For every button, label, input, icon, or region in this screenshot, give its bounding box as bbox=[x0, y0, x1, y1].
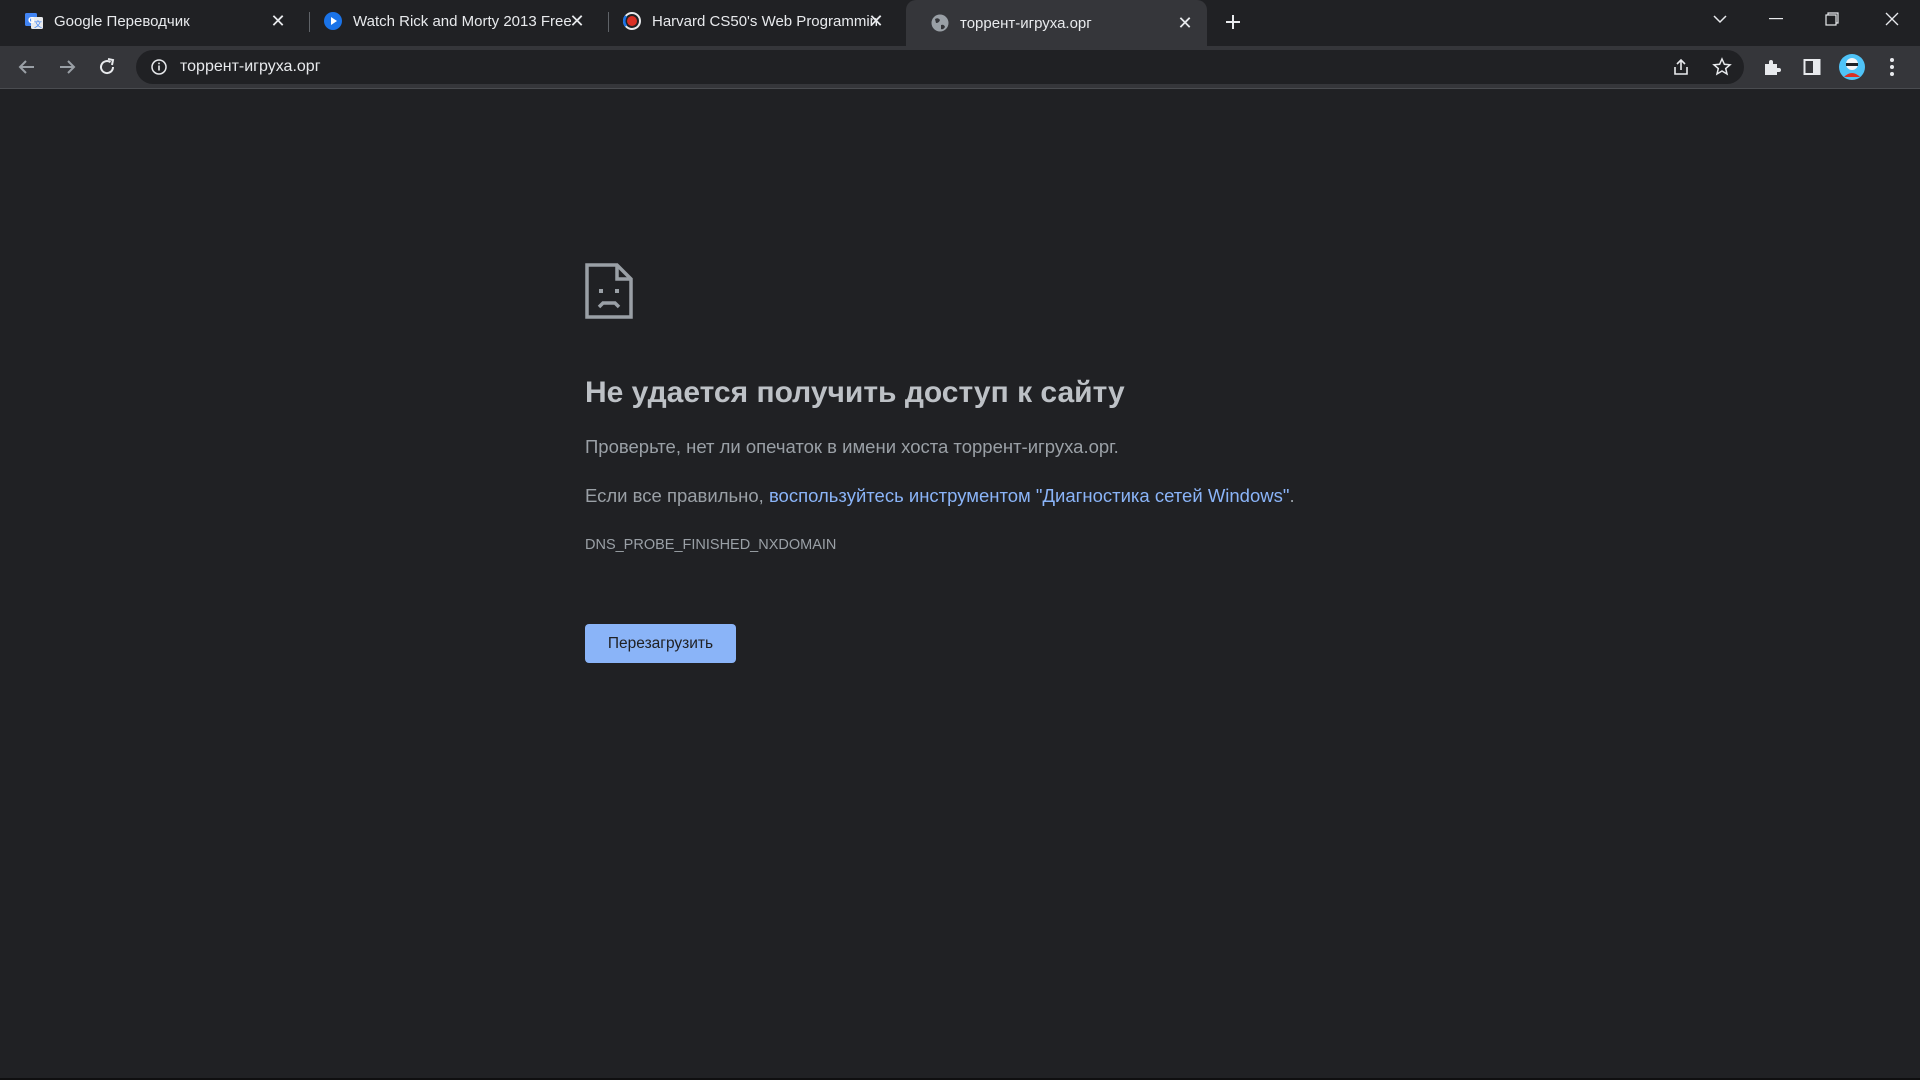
play-icon bbox=[324, 12, 342, 30]
info-icon[interactable] bbox=[150, 58, 168, 76]
error-suggestion-text: Проверьте, нет ли опечаток в имени хоста… bbox=[585, 436, 1119, 457]
side-panel-button[interactable] bbox=[1796, 51, 1828, 83]
close-icon bbox=[1885, 12, 1899, 26]
error-diagnostics-line: Если все правильно, воспользуйтесь инстр… bbox=[585, 485, 1295, 507]
sad-page-icon bbox=[585, 263, 633, 319]
error-code: DNS_PROBE_FINISHED_NXDOMAIN bbox=[585, 537, 837, 553]
diagnostics-prefix: Если все правильно, bbox=[585, 485, 769, 506]
tab-strip: G 文 Google Переводчик ✕ Watch Rick and M… bbox=[0, 0, 1920, 46]
share-icon bbox=[1674, 58, 1688, 75]
bookmark-button[interactable] bbox=[1705, 50, 1739, 84]
close-tab-icon[interactable]: ✕ bbox=[567, 11, 587, 31]
tab-google-translate[interactable]: G 文 Google Переводчик ✕ bbox=[0, 0, 300, 42]
tab-torrent-active[interactable]: торрент-игруха.орг ✕ bbox=[906, 0, 1207, 46]
menu-button[interactable] bbox=[1876, 51, 1908, 83]
tab-search-button[interactable] bbox=[1692, 0, 1748, 38]
profile-button[interactable] bbox=[1836, 51, 1868, 83]
close-tab-icon[interactable]: ✕ bbox=[866, 11, 886, 31]
forward-button[interactable] bbox=[51, 51, 83, 83]
url-text[interactable]: торрент-игруха.орг bbox=[180, 58, 321, 76]
back-button[interactable] bbox=[11, 51, 43, 83]
minimize-button[interactable] bbox=[1748, 0, 1804, 38]
reload-toolbar-button[interactable] bbox=[91, 51, 123, 83]
reload-button[interactable]: Перезагрузить bbox=[585, 624, 736, 663]
tab-title: Google Переводчик bbox=[54, 12, 190, 30]
restore-icon bbox=[1825, 12, 1839, 26]
new-tab-button[interactable] bbox=[1219, 8, 1247, 36]
tab-title: Watch Rick and Morty 2013 Free bbox=[353, 12, 572, 30]
avatar bbox=[1839, 54, 1865, 80]
close-tab-icon[interactable]: ✕ bbox=[1175, 13, 1195, 33]
share-button[interactable] bbox=[1664, 50, 1698, 84]
tab-title: Harvard CS50's Web Programmin bbox=[652, 12, 878, 30]
reload-icon bbox=[100, 58, 115, 75]
restore-button[interactable] bbox=[1804, 0, 1860, 38]
puzzle-icon bbox=[1765, 60, 1781, 75]
tab-title: торрент-игруха.орг bbox=[960, 14, 1092, 32]
network-diagnostics-link[interactable]: воспользуйтесь инструментом "Диагностика… bbox=[769, 485, 1290, 506]
diagnostics-suffix: . bbox=[1289, 485, 1295, 506]
close-window-button[interactable] bbox=[1864, 0, 1920, 38]
arrow-right-icon bbox=[60, 60, 76, 74]
svg-text:文: 文 bbox=[34, 19, 42, 29]
error-heading: Не удается получить доступ к сайту bbox=[585, 376, 1125, 409]
close-tab-icon[interactable]: ✕ bbox=[268, 11, 288, 31]
cs50-icon bbox=[623, 12, 641, 30]
side-panel-icon bbox=[1803, 59, 1821, 75]
tab-rick-and-morty[interactable]: Watch Rick and Morty 2013 Free ✕ bbox=[299, 0, 599, 42]
toolbar-divider bbox=[0, 88, 1920, 89]
google-translate-icon: G 文 bbox=[25, 13, 43, 29]
star-icon bbox=[1712, 57, 1732, 76]
globe-icon bbox=[931, 14, 949, 32]
extensions-button[interactable] bbox=[1756, 51, 1788, 83]
plus-icon bbox=[1226, 15, 1240, 29]
more-vert-icon bbox=[1890, 58, 1894, 76]
chevron-down-icon bbox=[1713, 15, 1727, 24]
address-bar[interactable]: торрент-игруха.орг bbox=[136, 50, 1744, 84]
tab-cs50[interactable]: Harvard CS50's Web Programmin ✕ bbox=[598, 0, 898, 42]
minimize-icon bbox=[1769, 18, 1783, 20]
browser-toolbar: торрент-игруха.орг bbox=[0, 46, 1920, 88]
arrow-left-icon bbox=[18, 60, 34, 74]
